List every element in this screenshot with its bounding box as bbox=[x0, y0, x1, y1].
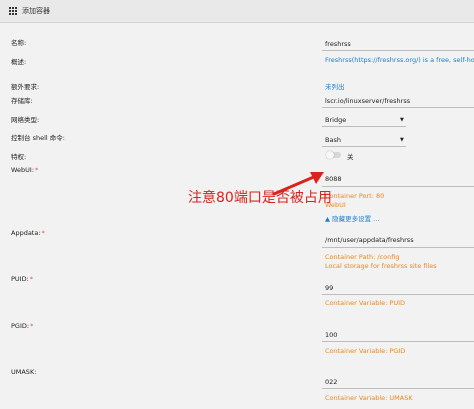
umask-hint: Container Variable: UMASK bbox=[325, 394, 413, 402]
page-header: 添加容器 bbox=[0, 0, 474, 23]
label-privileged: 特权: bbox=[11, 153, 27, 161]
umask-input[interactable]: 022 bbox=[325, 378, 337, 386]
name-input[interactable]: freshrss bbox=[325, 40, 351, 48]
console-chevron-down-icon[interactable]: ▼ bbox=[400, 137, 404, 143]
puid-input[interactable]: 99 bbox=[325, 284, 333, 292]
umask-underline bbox=[322, 388, 474, 389]
privileged-toggle-label: 关 bbox=[347, 153, 354, 161]
repository-input[interactable]: lscr.io/linuxserver/freshrss bbox=[325, 97, 410, 105]
grid-icon bbox=[9, 7, 17, 15]
label-overview: 概述: bbox=[11, 58, 27, 66]
hide-settings-link[interactable]: ▲ 隐藏更多设置 ... bbox=[325, 213, 379, 223]
overview-text: Freshrss(https://freshrss.org/) is a fre… bbox=[325, 56, 474, 64]
label-umask: UMASK: bbox=[11, 368, 37, 376]
webui-port-hint: Container Port: 80 bbox=[325, 192, 385, 200]
network-select[interactable]: Bridge bbox=[325, 116, 346, 124]
label-repo: 存储库: bbox=[11, 97, 33, 105]
appdata-path-hint: Container Path: /config bbox=[325, 253, 400, 261]
appdata-input[interactable]: /mnt/user/appdata/freshrss bbox=[325, 236, 414, 244]
pgid-underline bbox=[322, 341, 474, 342]
webui-input[interactable]: 8088 bbox=[325, 175, 342, 183]
appdata-desc-hint: Local storage for freshrss site files bbox=[325, 262, 437, 270]
pgid-hint: Container Variable: PGID bbox=[325, 347, 406, 355]
label-extra: 额外要求: bbox=[11, 83, 40, 91]
page-title: 添加容器 bbox=[22, 7, 50, 15]
label-webui: WebUI:* bbox=[11, 166, 39, 174]
extra-link[interactable]: 未列出 bbox=[325, 81, 345, 91]
label-name: 名称: bbox=[11, 39, 27, 47]
puid-hint: Container Variable: PUID bbox=[325, 299, 406, 307]
label-network: 网络类型: bbox=[11, 116, 40, 124]
webui-underline bbox=[322, 186, 474, 187]
label-console: 控制台 shell 命令: bbox=[11, 134, 65, 142]
network-chevron-down-icon[interactable]: ▼ bbox=[400, 117, 404, 123]
network-underline bbox=[322, 126, 406, 127]
console-select[interactable]: Bash bbox=[325, 136, 341, 144]
repository-underline bbox=[322, 107, 474, 108]
annotation-arrow-icon bbox=[272, 172, 324, 196]
appdata-underline bbox=[322, 247, 474, 248]
label-appdata: Appdata:* bbox=[11, 229, 45, 237]
puid-underline bbox=[322, 294, 474, 295]
console-underline bbox=[322, 146, 406, 147]
name-underline bbox=[322, 50, 474, 51]
label-puid: PUID:* bbox=[11, 275, 34, 283]
pgid-input[interactable]: 100 bbox=[325, 331, 337, 339]
label-pgid: PGID:* bbox=[11, 322, 34, 330]
privileged-toggle[interactable] bbox=[326, 151, 341, 159]
